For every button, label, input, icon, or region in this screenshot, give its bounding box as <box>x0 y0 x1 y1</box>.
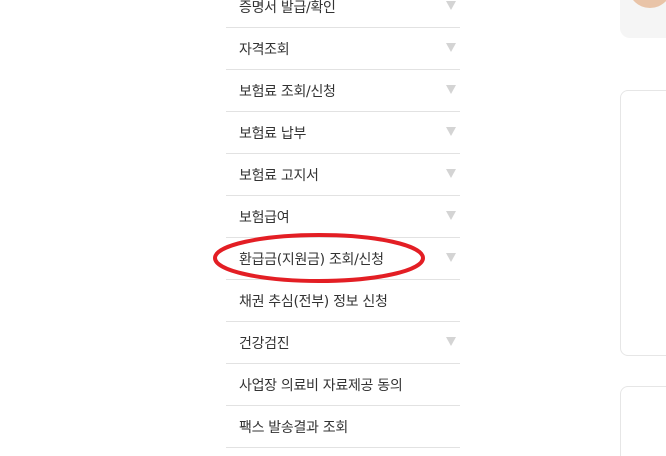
menu-item-label: 환급금(지원금) 조회/신청 <box>239 251 384 268</box>
chevron-down-icon <box>446 211 456 220</box>
menu-item-health-checkup[interactable]: 건강검진 <box>226 322 460 364</box>
menu-item-label: 증명서 발급/확인 <box>239 0 336 16</box>
menu-item-label: 건강검진 <box>239 335 290 352</box>
chevron-down-icon <box>446 85 456 94</box>
service-menu: 증명서 발급/확인 자격조회 보험료 조회/신청 보험료 납부 보험료 고지서 … <box>226 0 460 448</box>
menu-item-label: 보험료 조회/신청 <box>239 83 336 100</box>
chevron-down-icon <box>446 127 456 136</box>
menu-item-premium-inquiry[interactable]: 보험료 조회/신청 <box>226 70 460 112</box>
menu-item-label: 팩스 발송결과 조회 <box>239 419 348 436</box>
menu-item-certificate[interactable]: 증명서 발급/확인 <box>226 0 460 28</box>
chevron-down-icon <box>446 1 456 10</box>
menu-item-insurance-benefit[interactable]: 보험급여 <box>226 196 460 238</box>
chevron-down-icon <box>446 337 456 346</box>
page: 증명서 발급/확인 자격조회 보험료 조회/신청 보험료 납부 보험료 고지서 … <box>0 0 666 456</box>
menu-item-debt-collection[interactable]: 채권 추심(전부) 정보 신청 <box>226 280 460 322</box>
menu-item-label: 자격조회 <box>239 41 290 58</box>
menu-item-label: 보험료 고지서 <box>239 167 319 184</box>
menu-item-premium-payment[interactable]: 보험료 납부 <box>226 112 460 154</box>
menu-item-premium-notice[interactable]: 보험료 고지서 <box>226 154 460 196</box>
chevron-down-icon <box>446 43 456 52</box>
menu-item-refund[interactable]: 환급금(지원금) 조회/신청 <box>226 238 460 280</box>
menu-item-label: 보험급여 <box>239 209 290 226</box>
menu-item-label: 사업장 의료비 자료제공 동의 <box>239 377 403 394</box>
menu-item-medical-data-consent[interactable]: 사업장 의료비 자료제공 동의 <box>226 364 460 406</box>
chevron-down-icon <box>446 253 456 262</box>
side-panel-card <box>620 386 666 456</box>
side-panel-card <box>620 90 666 356</box>
avatar <box>628 0 666 8</box>
menu-item-eligibility[interactable]: 자격조회 <box>226 28 460 70</box>
profile-card[interactable] <box>620 0 666 38</box>
chevron-down-icon <box>446 169 456 178</box>
menu-item-label: 보험료 납부 <box>239 125 307 142</box>
menu-item-fax-result[interactable]: 팩스 발송결과 조회 <box>226 406 460 448</box>
menu-item-label: 채권 추심(전부) 정보 신청 <box>239 293 388 310</box>
